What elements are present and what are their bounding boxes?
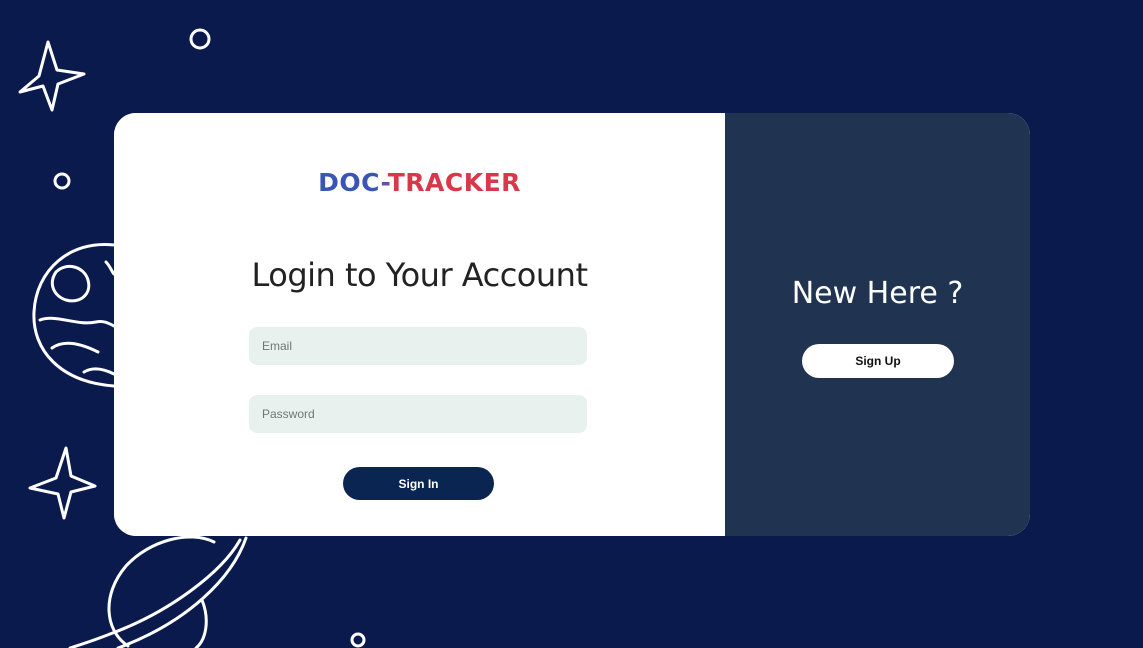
star-icon [18, 40, 86, 112]
star-icon [28, 446, 97, 520]
logo-text-dash: - [380, 168, 388, 197]
password-field[interactable] [249, 395, 587, 433]
login-panel: DOC-TRACKER Login to Your Account Sign I… [114, 113, 725, 536]
circle-icon [53, 172, 71, 190]
circle-icon [350, 632, 366, 648]
planet-icon [32, 242, 116, 388]
doc-tracker-logo: DOC-TRACKER [114, 168, 725, 197]
logo-text-tracker: TRACKER [387, 168, 521, 197]
sign-in-button[interactable]: Sign In [343, 467, 494, 500]
circle-icon [189, 28, 211, 50]
ringed-planet-icon [68, 535, 248, 648]
login-card: DOC-TRACKER Login to Your Account Sign I… [114, 113, 1030, 536]
email-field[interactable] [249, 327, 587, 365]
new-here-heading: New Here ? [791, 276, 964, 311]
logo-text-doc: DOC [318, 168, 381, 197]
signup-panel: New Here ? Sign Up [725, 113, 1030, 536]
page-title: Login to Your Account [251, 256, 588, 294]
sign-up-button[interactable]: Sign Up [802, 344, 954, 378]
